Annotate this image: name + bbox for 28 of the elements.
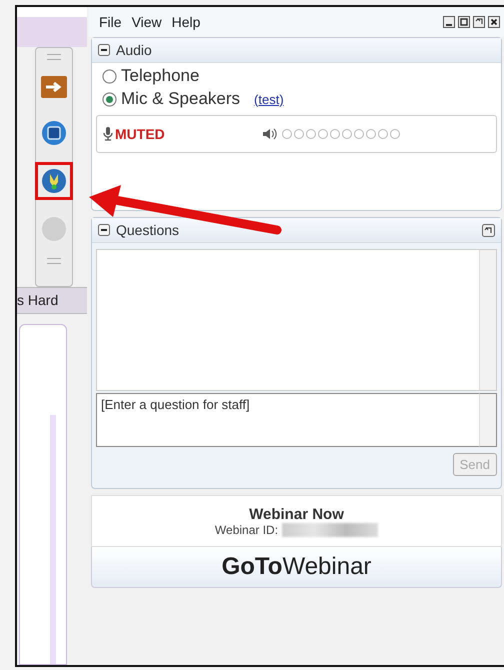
restore-icon[interactable] [473,16,485,28]
muted-status: MUTED [115,126,165,142]
test-link[interactable]: (test) [254,92,284,106]
undock-icon[interactable] [482,224,495,236]
minimize-icon[interactable] [443,16,455,28]
close-icon[interactable] [488,16,500,28]
scrollbar[interactable] [479,393,497,447]
panel-title: Questions [116,222,180,238]
speaker-icon [262,128,277,140]
header-band [17,7,87,47]
radio-label[interactable]: Telephone [121,66,200,86]
microphone-icon[interactable] [103,127,113,141]
side-tab[interactable]: s Hard [17,287,87,314]
radio-button[interactable] [102,92,117,106]
question-input[interactable]: [Enter a question for staff] [96,393,479,447]
radio-button[interactable] [102,68,117,84]
collapse-icon[interactable] [98,224,110,236]
menu-item[interactable]: File [99,14,122,30]
globe-icon[interactable] [35,162,73,200]
webinar-id-label: Webinar ID: [214,522,278,536]
radio-label[interactable]: Mic & Speakers [121,89,240,109]
menu-item[interactable]: View [132,14,162,30]
menu-item[interactable]: Help [172,14,200,30]
panel-title: Audio [116,42,152,58]
maximize-icon[interactable] [458,16,470,28]
webinar-title: Webinar Now [249,506,344,522]
logo: GoToWebinar [91,547,502,588]
collapse-icon[interactable] [98,44,110,56]
